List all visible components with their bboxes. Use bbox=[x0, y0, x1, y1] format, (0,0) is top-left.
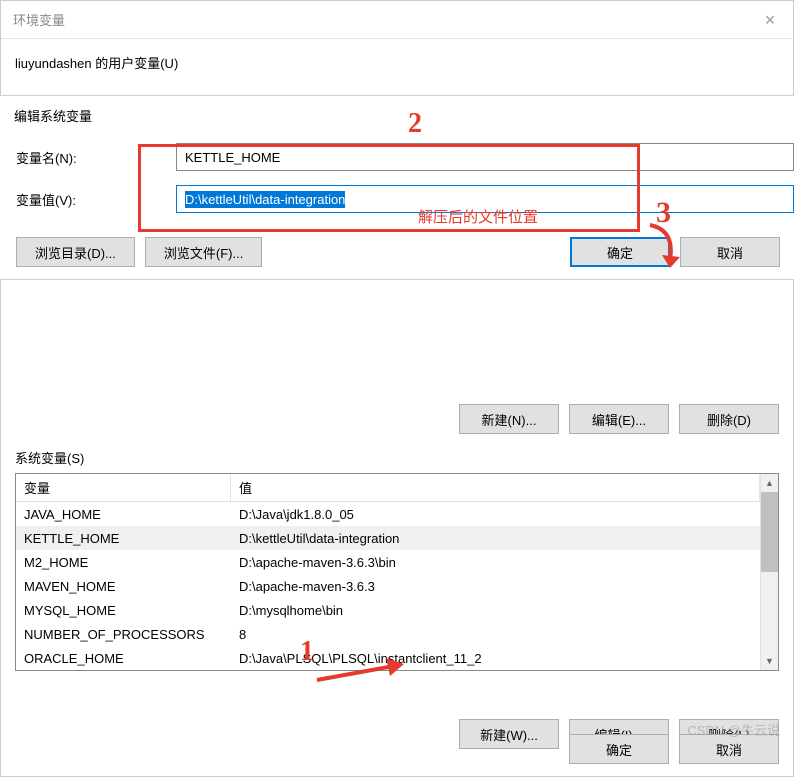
var-value-input[interactable]: D:\kettleUtil\data-integration bbox=[176, 185, 794, 213]
table-row[interactable]: MYSQL_HOMED:\mysqlhome\bin bbox=[16, 598, 760, 622]
edit-sysvar-dialog: 编辑系统变量 变量名(N): 变量值(V): D:\kettleUtil\dat… bbox=[0, 95, 794, 280]
user-vars-label: liuyundashen 的用户变量(U) bbox=[15, 53, 779, 72]
parent-titlebar: 环境变量 × bbox=[1, 1, 793, 39]
table-row[interactable]: ORACLE_HOMED:\Java\PLSQL\PLSQL\instantcl… bbox=[16, 646, 760, 670]
edit-dialog-title: 编辑系统变量 bbox=[0, 96, 794, 131]
listview-header: 变量 值 bbox=[16, 474, 760, 502]
edit-cancel-button[interactable]: 取消 bbox=[680, 237, 780, 267]
cell-var-value: D:\apache-maven-3.6.3\bin bbox=[231, 553, 760, 572]
cell-var-value: D:\kettleUtil\data-integration bbox=[231, 529, 760, 548]
scrollbar[interactable]: ▲ ▼ bbox=[760, 474, 778, 670]
scroll-thumb[interactable] bbox=[761, 492, 778, 572]
col-header-value[interactable]: 值 bbox=[231, 474, 760, 501]
cell-var-value: D:\Java\jdk1.8.0_05 bbox=[231, 505, 760, 524]
scroll-down-icon[interactable]: ▼ bbox=[761, 652, 778, 670]
table-row[interactable]: M2_HOMED:\apache-maven-3.6.3\bin bbox=[16, 550, 760, 574]
user-delete-button[interactable]: 删除(D) bbox=[679, 404, 779, 434]
close-icon[interactable]: × bbox=[747, 1, 793, 39]
sysvar-listview[interactable]: 变量 值 JAVA_HOMED:\Java\jdk1.8.0_05KETTLE_… bbox=[15, 473, 779, 671]
browse-dir-button[interactable]: 浏览目录(D)... bbox=[16, 237, 135, 267]
table-row[interactable]: KETTLE_HOMED:\kettleUtil\data-integratio… bbox=[16, 526, 760, 550]
watermark: CSDN @牛云说 bbox=[687, 720, 780, 739]
cell-var-value: D:\Java\PLSQL\PLSQL\instantclient_11_2 bbox=[231, 649, 760, 668]
cell-var-name: KETTLE_HOME bbox=[16, 529, 231, 548]
var-value-label: 变量值(V): bbox=[16, 190, 176, 209]
cell-var-name: ORACLE_HOME bbox=[16, 649, 231, 668]
sysvar-section: 系统变量(S) 变量 值 JAVA_HOMED:\Java\jdk1.8.0_0… bbox=[1, 434, 793, 763]
browse-file-button[interactable]: 浏览文件(F)... bbox=[145, 237, 262, 267]
table-row[interactable]: NUMBER_OF_PROCESSORS8 bbox=[16, 622, 760, 646]
cell-var-value: D:\apache-maven-3.6.3 bbox=[231, 577, 760, 596]
var-name-input[interactable] bbox=[176, 143, 794, 171]
col-header-name[interactable]: 变量 bbox=[16, 474, 231, 501]
parent-title: 环境变量 bbox=[13, 10, 65, 29]
sysvar-label: 系统变量(S) bbox=[15, 448, 779, 467]
user-new-button[interactable]: 新建(N)... bbox=[459, 404, 559, 434]
cell-var-value: 8 bbox=[231, 625, 760, 644]
scroll-up-icon[interactable]: ▲ bbox=[761, 474, 778, 492]
table-row[interactable]: MAVEN_HOMED:\apache-maven-3.6.3 bbox=[16, 574, 760, 598]
cell-var-name: NUMBER_OF_PROCESSORS bbox=[16, 625, 231, 644]
cell-var-name: MAVEN_HOME bbox=[16, 577, 231, 596]
footer-ok-button[interactable]: 确定 bbox=[569, 734, 669, 764]
user-edit-button[interactable]: 编辑(E)... bbox=[569, 404, 669, 434]
cell-var-name: JAVA_HOME bbox=[16, 505, 231, 524]
var-name-label: 变量名(N): bbox=[16, 148, 176, 167]
sys-new-button[interactable]: 新建(W)... bbox=[459, 719, 559, 749]
table-row[interactable]: JAVA_HOMED:\Java\jdk1.8.0_05 bbox=[16, 502, 760, 526]
cell-var-name: MYSQL_HOME bbox=[16, 601, 231, 620]
cell-var-value: D:\mysqlhome\bin bbox=[231, 601, 760, 620]
edit-ok-button[interactable]: 确定 bbox=[570, 237, 670, 267]
cell-var-name: M2_HOME bbox=[16, 553, 231, 572]
